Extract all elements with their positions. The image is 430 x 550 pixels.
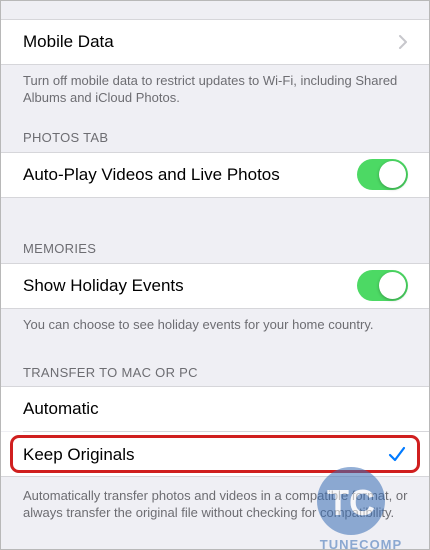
- autoplay-row: Auto-Play Videos and Live Photos: [1, 153, 429, 197]
- mobile-data-label: Mobile Data: [23, 32, 114, 51]
- autoplay-toggle[interactable]: [357, 159, 408, 190]
- holiday-events-row: Show Holiday Events: [1, 264, 429, 308]
- holiday-events-label: Show Holiday Events: [23, 276, 184, 295]
- automatic-label: Automatic: [23, 399, 99, 418]
- mobile-data-row[interactable]: Mobile Data: [1, 20, 429, 64]
- holiday-events-toggle[interactable]: [357, 270, 408, 301]
- transfer-header: TRANSFER TO MAC OR PC: [23, 365, 198, 380]
- photos-tab-header: PHOTOS TAB: [23, 130, 109, 145]
- chevron-right-icon: [399, 35, 407, 49]
- divider: [1, 308, 429, 309]
- divider: [1, 64, 429, 65]
- svg-text:TC: TC: [327, 482, 375, 523]
- settings-screen: Mobile Data Turn off mobile data to rest…: [0, 0, 430, 550]
- divider: [1, 197, 429, 198]
- mobile-data-footer: Turn off mobile data to restrict updates…: [23, 73, 398, 105]
- memories-footer: You can choose to see holiday events for…: [23, 317, 374, 332]
- tunecomp-watermark-logo: TC TUNECOMP: [317, 467, 402, 550]
- memories-header: MEMORIES: [23, 241, 97, 256]
- svg-text:TUNECOMP: TUNECOMP: [320, 537, 402, 550]
- toggle-knob: [379, 161, 406, 188]
- toggle-knob: [379, 272, 406, 299]
- autoplay-label: Auto-Play Videos and Live Photos: [23, 165, 280, 184]
- transfer-option-automatic[interactable]: Automatic: [1, 387, 429, 431]
